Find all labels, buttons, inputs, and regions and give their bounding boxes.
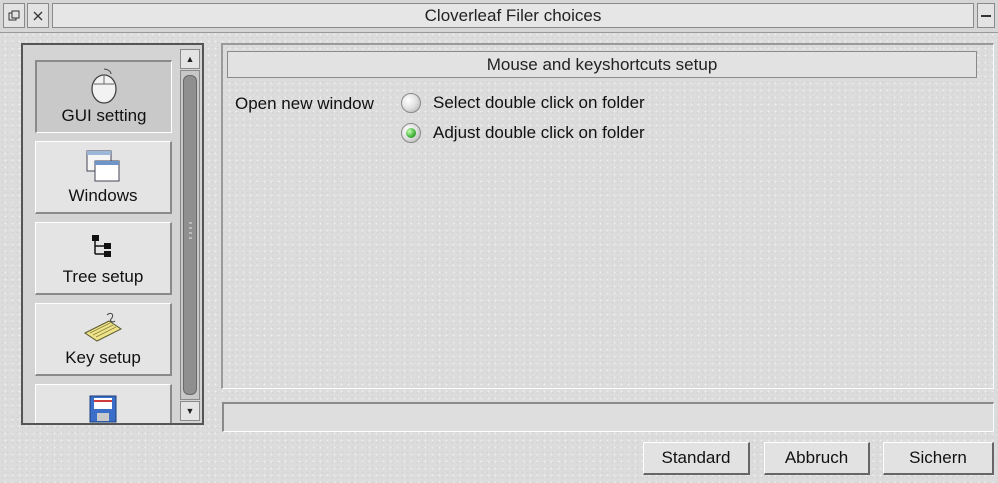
- sidebar-item-label: GUI setting: [61, 106, 147, 125]
- back-icon[interactable]: [3, 3, 25, 28]
- scroll-track[interactable]: [180, 70, 200, 400]
- window-title[interactable]: Cloverleaf Filer choices: [52, 3, 974, 28]
- grip-icon: [189, 222, 192, 242]
- radio-label: Adjust double click on folder: [433, 123, 645, 142]
- radio-adjust-double-click[interactable]: Adjust double click on folder: [401, 123, 645, 143]
- section-title-text: Mouse and keyshortcuts setup: [486, 54, 718, 74]
- scroll-up-icon[interactable]: ▲: [180, 49, 200, 69]
- open-new-window-label: Open new window: [235, 94, 374, 113]
- scroll-down-icon[interactable]: ▼: [180, 401, 200, 421]
- floppy-disk-icon: [36, 391, 170, 423]
- settings-pane: Mouse and keyshortcuts setup Open new wi…: [221, 43, 994, 389]
- radio-button-selected-icon[interactable]: [401, 123, 421, 143]
- close-icon[interactable]: [27, 3, 49, 28]
- status-field: [222, 402, 994, 432]
- sidebar-scrollbar[interactable]: ▲ ▼: [180, 49, 200, 421]
- sidebar-item-windows[interactable]: Windows: [35, 141, 172, 214]
- cancel-button[interactable]: Abbruch: [764, 442, 870, 475]
- sidebar-item-key-setup[interactable]: Key setup: [35, 303, 172, 376]
- standard-button[interactable]: Standard: [643, 442, 750, 475]
- sidebar-item-label: Windows: [68, 186, 138, 205]
- save-button[interactable]: Sichern: [883, 442, 994, 475]
- radio-button-icon[interactable]: [401, 93, 421, 113]
- mouse-icon: [37, 68, 171, 104]
- keyboard-icon: [36, 310, 170, 346]
- choices-window: Cloverleaf Filer choices GUI setting Win…: [0, 0, 998, 483]
- toggle-size-icon[interactable]: [977, 3, 995, 28]
- window-title-text: Cloverleaf Filer choices: [424, 5, 602, 25]
- sidebar-item-tree-setup[interactable]: Tree setup: [35, 222, 172, 295]
- section-title: Mouse and keyshortcuts setup: [227, 51, 977, 78]
- sidebar-item-gui-setting[interactable]: GUI setting: [35, 60, 172, 133]
- radio-select-double-click[interactable]: Select double click on folder: [401, 93, 645, 113]
- sidebar-item-save[interactable]: [35, 384, 172, 423]
- scroll-thumb[interactable]: [183, 75, 197, 395]
- sidebar-item-label: Key setup: [65, 348, 141, 367]
- tree-icon: [36, 229, 170, 265]
- sidebar-item-label: Tree setup: [62, 267, 144, 286]
- sidebar: GUI setting Windows Tree setup Key setup…: [21, 43, 204, 425]
- windows-icon: [36, 148, 170, 184]
- title-bar: Cloverleaf Filer choices: [0, 0, 998, 33]
- radio-label: Select double click on folder: [433, 93, 645, 112]
